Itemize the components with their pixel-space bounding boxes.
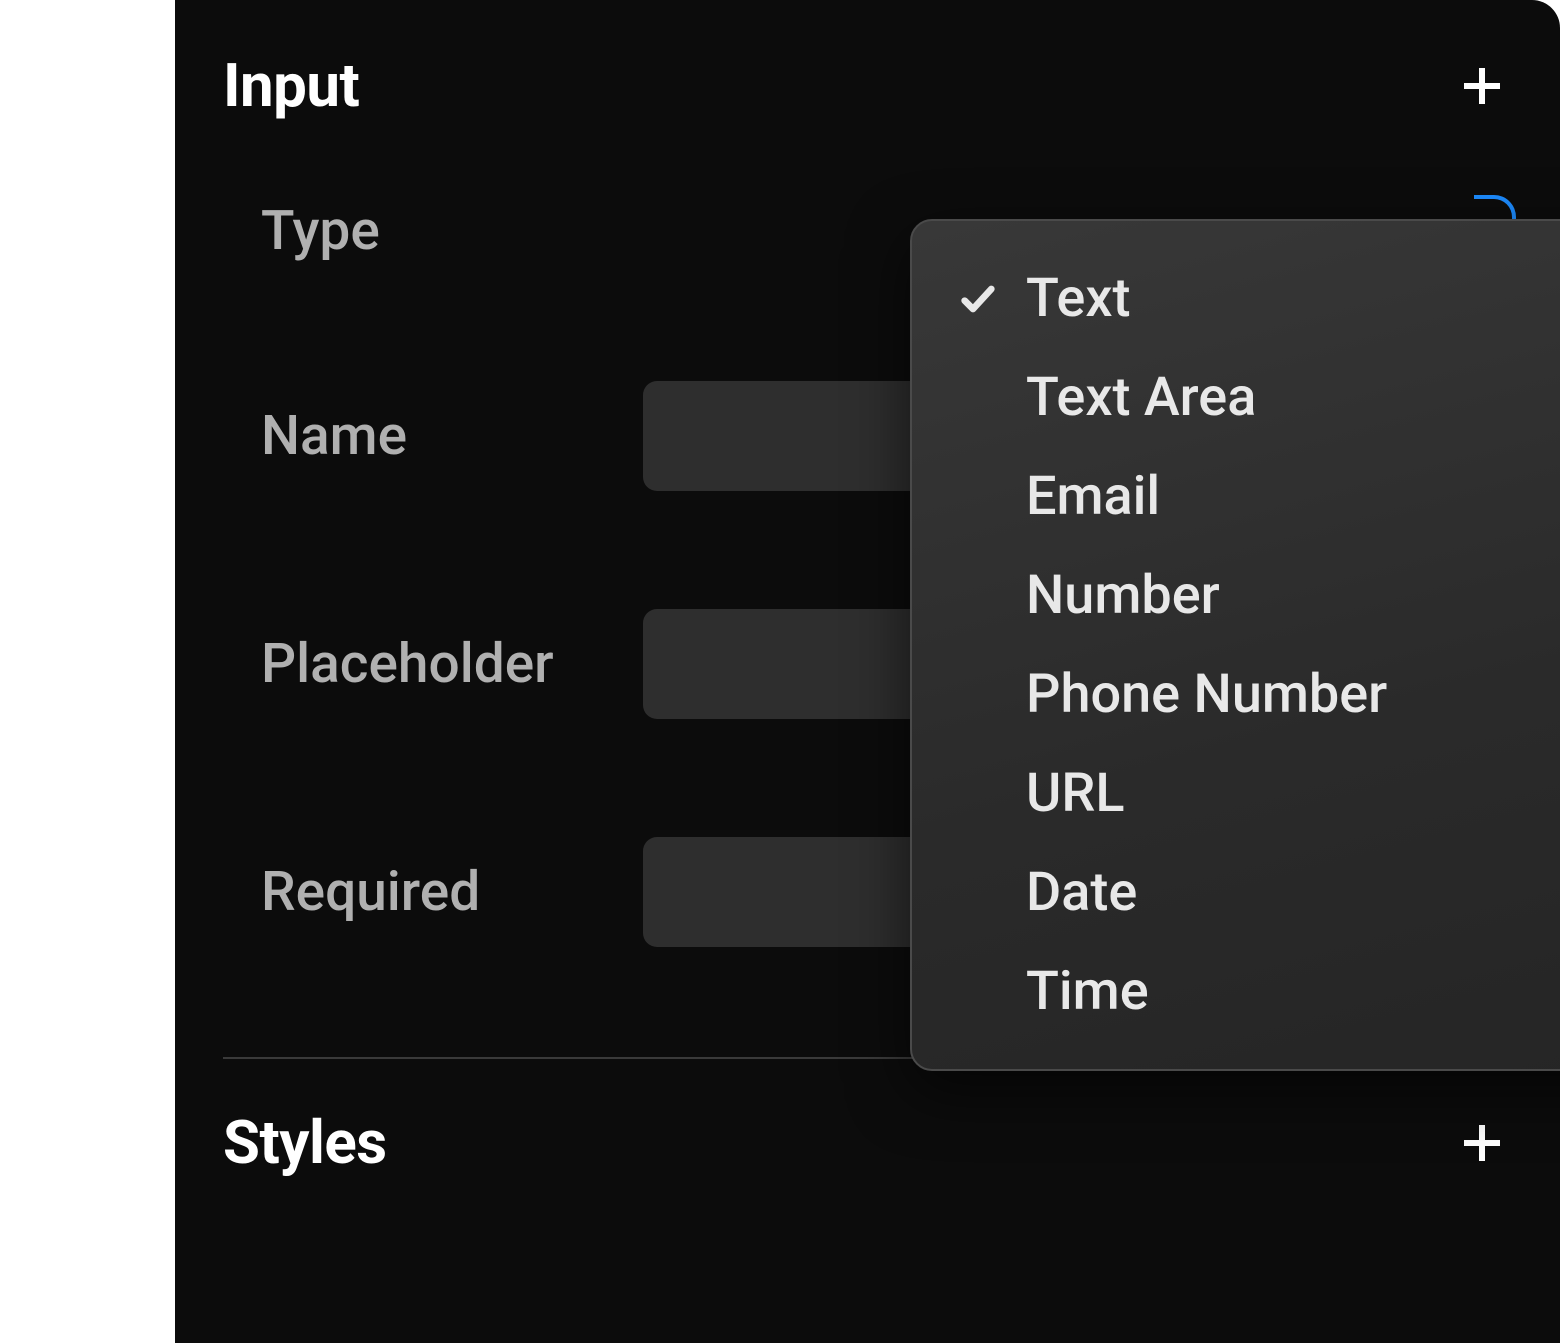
inspector-panel: Input Type Name bbox=[175, 0, 1560, 1343]
plus-icon bbox=[1458, 62, 1506, 110]
input-section-title: Input bbox=[223, 50, 359, 121]
check-icon bbox=[948, 279, 1008, 319]
input-section-header: Input bbox=[223, 50, 1512, 121]
type-option[interactable]: Number bbox=[912, 546, 1560, 645]
type-option-label: URL bbox=[1026, 762, 1124, 825]
type-option[interactable]: URL bbox=[912, 744, 1560, 843]
type-dropdown-menu: Text Text Area Email Number Phone Number URL D… bbox=[910, 219, 1560, 1071]
type-option-label: Email bbox=[1026, 465, 1160, 528]
type-option-label: Time bbox=[1026, 960, 1149, 1023]
styles-section-title: Styles bbox=[223, 1107, 387, 1178]
field-label-name: Name bbox=[223, 404, 643, 468]
type-option-label: Date bbox=[1026, 861, 1137, 924]
type-option[interactable]: Date bbox=[912, 843, 1560, 942]
type-option[interactable]: Text bbox=[912, 249, 1560, 348]
field-label-required: Required bbox=[223, 860, 643, 924]
type-option-label: Text bbox=[1026, 267, 1130, 330]
styles-section-header: Styles bbox=[223, 1107, 1512, 1178]
type-option-label: Text Area bbox=[1026, 366, 1256, 429]
type-option[interactable]: Email bbox=[912, 447, 1560, 546]
left-gutter bbox=[0, 0, 175, 1343]
field-label-placeholder: Placeholder bbox=[223, 632, 643, 696]
type-option[interactable]: Time bbox=[912, 942, 1560, 1041]
type-option[interactable]: Phone Number bbox=[912, 645, 1560, 744]
field-label-type: Type bbox=[223, 199, 643, 263]
type-option[interactable]: Text Area bbox=[912, 348, 1560, 447]
plus-icon bbox=[1458, 1119, 1506, 1167]
input-section-add-button[interactable] bbox=[1452, 56, 1512, 116]
styles-section-add-button[interactable] bbox=[1452, 1113, 1512, 1173]
type-option-label: Phone Number bbox=[1026, 663, 1387, 726]
type-option-label: Number bbox=[1026, 564, 1220, 627]
